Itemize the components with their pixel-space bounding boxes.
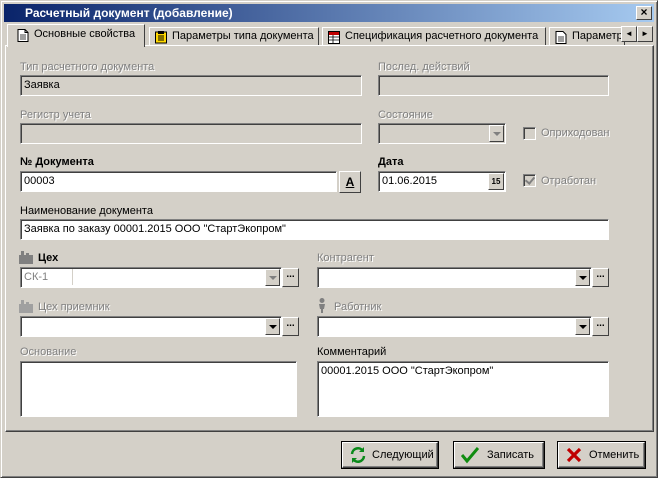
parameters-icon xyxy=(155,31,167,44)
tab-main-properties[interactable]: Основные свойства xyxy=(7,24,145,47)
tab-strip: Основные свойства Параметры типа докумен… xyxy=(5,24,655,47)
save-button-label: Записать xyxy=(487,449,535,461)
comment-label: Комментарий xyxy=(317,346,387,358)
close-button[interactable]: × xyxy=(636,6,652,20)
save-button[interactable]: Записать xyxy=(454,442,544,468)
tab-label: Спецификация расчетного документа xyxy=(345,30,539,42)
auto-number-button[interactable]: A xyxy=(339,171,361,193)
doc-type-field: Заявка xyxy=(20,75,362,96)
doc-name-input[interactable]: Заявка по заказу 00001.2015 ООО "СтартЭк… xyxy=(20,219,609,240)
date-label: Дата xyxy=(378,156,404,168)
tab-scroll-buttons: ◄ ► xyxy=(621,26,653,42)
doc-number-input[interactable]: 00003 xyxy=(20,171,337,192)
worker-ellipsis-button[interactable]: ... xyxy=(592,317,609,336)
counterparty-label: Контрагент xyxy=(317,252,374,264)
counterparty-select[interactable] xyxy=(317,267,592,288)
worker-label: Работник xyxy=(334,301,382,313)
spreadsheet-icon xyxy=(328,31,340,44)
state-select xyxy=(378,123,506,144)
refresh-icon xyxy=(350,447,366,463)
receiving-shop-select[interactable] xyxy=(20,316,282,337)
next-button[interactable]: Следующий xyxy=(342,442,438,468)
tab-scroll-left-button[interactable]: ◄ xyxy=(621,26,637,42)
title-bar[interactable]: Расчетный документ (добавление) × xyxy=(4,4,654,22)
shop-value: СК-1 xyxy=(24,271,49,283)
worker-select[interactable] xyxy=(317,316,592,337)
received-label: Оприходован xyxy=(541,127,610,139)
doc-name-label: Наименование документа xyxy=(20,205,153,217)
date-input[interactable]: 01.06.2015 15 xyxy=(378,171,506,192)
last-action-field xyxy=(378,75,609,96)
tab-label: Основные свойства xyxy=(34,28,136,40)
registry-field xyxy=(20,123,362,144)
chevron-down-icon[interactable] xyxy=(265,269,280,286)
counterparty-ellipsis-button[interactable]: ... xyxy=(592,268,609,287)
factory-icon xyxy=(19,251,33,264)
checkmark-icon xyxy=(461,447,479,464)
cancel-button[interactable]: Отменить xyxy=(558,442,645,468)
chevron-down-icon xyxy=(489,125,504,142)
doc-type-label: Тип расчетного документа xyxy=(20,61,155,73)
factory-icon xyxy=(19,300,33,313)
received-checkbox xyxy=(523,127,536,140)
state-label: Состояние xyxy=(378,109,433,121)
calendar-button[interactable]: 15 xyxy=(488,173,504,190)
tab-label: Параметры типа документа xyxy=(172,30,314,42)
tab-document-specification[interactable]: Спецификация расчетного документа xyxy=(322,27,546,46)
processed-checkbox xyxy=(523,174,536,187)
shop-select[interactable]: СК-1 xyxy=(20,267,282,288)
last-action-label: Послед. действий xyxy=(378,61,470,73)
chevron-down-icon[interactable] xyxy=(575,318,590,335)
tab-scroll-right-button[interactable]: ► xyxy=(637,26,653,42)
dialog-window: Расчетный документ (добавление) × Основн… xyxy=(0,0,658,478)
cancel-button-label: Отменить xyxy=(589,449,640,461)
shop-label: Цех xyxy=(38,252,59,264)
next-button-label: Следующий xyxy=(372,449,434,461)
cross-icon xyxy=(566,447,582,463)
document-icon xyxy=(17,29,29,42)
tab-parameters[interactable]: Параметры xyxy=(549,27,625,46)
tab-document-type-parameters[interactable]: Параметры типа документа xyxy=(149,27,319,46)
date-value: 01.06.2015 xyxy=(382,175,438,187)
basis-label: Основание xyxy=(20,346,77,358)
tab-label: Параметры xyxy=(572,30,625,42)
chevron-down-icon[interactable] xyxy=(575,269,590,286)
window-title: Расчетный документ (добавление) xyxy=(25,6,233,20)
chevron-down-icon[interactable] xyxy=(265,318,280,335)
comment-textarea[interactable]: 00001.2015 ООО "СтартЭкопром" xyxy=(317,361,609,417)
processed-label: Отработан xyxy=(541,175,597,187)
registry-label: Регистр учета xyxy=(20,109,91,121)
receiving-shop-label: Цех приемник xyxy=(38,301,110,313)
column-divider xyxy=(72,269,73,285)
basis-textarea[interactable] xyxy=(20,361,297,417)
worker-icon xyxy=(319,298,325,313)
tab-page-main-properties: Тип расчетного документа Заявка Послед. … xyxy=(5,45,654,432)
document-icon xyxy=(555,31,567,44)
receiving-shop-ellipsis-button[interactable]: ... xyxy=(282,317,299,336)
calendar-icon: 15 xyxy=(491,177,501,186)
shop-ellipsis-button[interactable]: ... xyxy=(282,268,299,287)
doc-number-label: № Документа xyxy=(20,156,94,168)
